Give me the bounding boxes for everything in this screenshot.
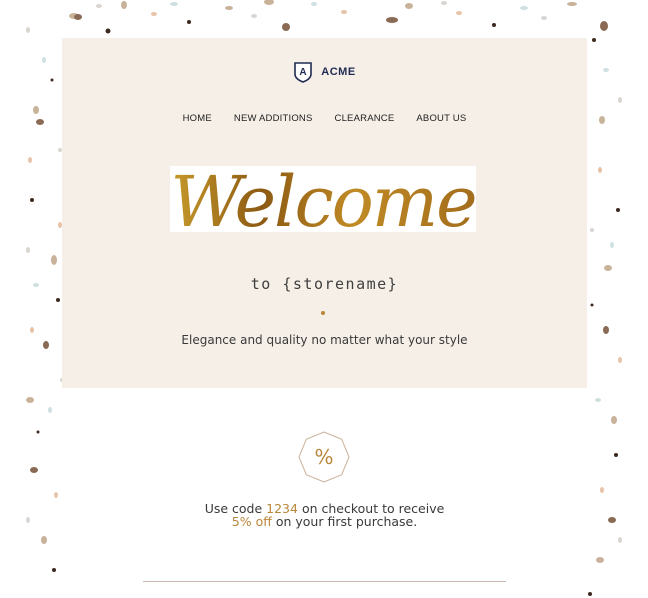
main-nav: HOME NEW ADDITIONS CLEARANCE ABOUT US [62,113,587,124]
decorative-dot [321,311,325,315]
section-divider [143,581,506,582]
brand-logo[interactable]: A ACME [62,61,587,83]
svg-text:%: % [314,445,333,469]
promo-discount: 5% off [231,514,272,529]
promo-text-suffix: on your first purchase. [271,514,418,529]
nav-item-about-us[interactable]: ABOUT US [416,113,466,124]
store-subtitle: to {storename} [250,275,399,293]
welcome-headline: Welcome [170,166,475,232]
shield-logo-icon: A [294,62,313,83]
nav-item-home[interactable]: HOME [183,113,212,124]
nav-item-new-additions[interactable]: NEW ADDITIONS [234,113,313,124]
brand-name: ACME [321,66,356,78]
svg-text:A: A [300,67,307,78]
welcome-headline-image: Welcome [170,166,476,232]
promo-section: % Use code 1234 on checkout to receive 5… [62,388,587,598]
percent-badge-icon: % [298,431,350,483]
tagline: Elegance and quality no matter what your… [181,333,468,347]
promo-text: Use code 1234 on checkout to receive 5% … [202,502,447,528]
hero-card: A ACME HOME NEW ADDITIONS CLEARANCE ABOU… [62,38,587,388]
nav-item-clearance[interactable]: CLEARANCE [335,113,395,124]
